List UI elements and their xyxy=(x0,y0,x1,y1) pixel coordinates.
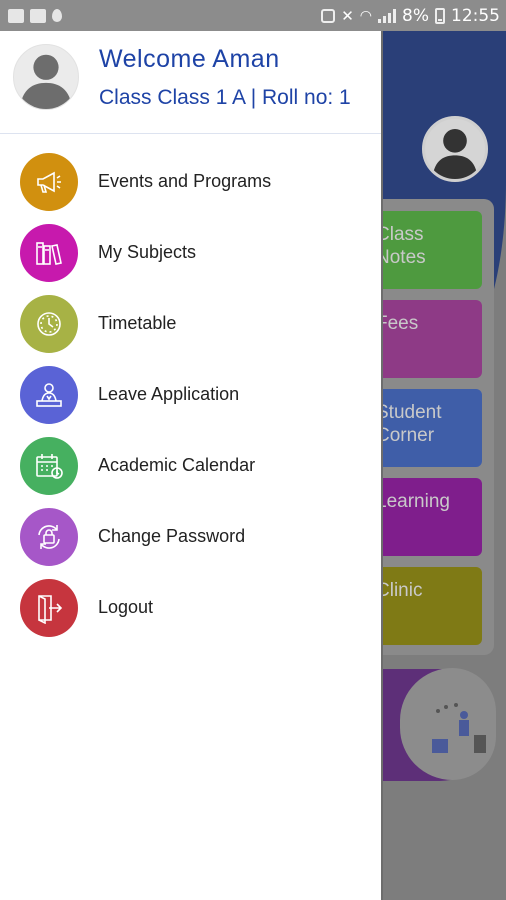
menu-icon-circle xyxy=(20,294,78,353)
welcome-text: Welcome Aman xyxy=(99,45,280,73)
menu-label: Leave Application xyxy=(98,384,240,404)
menu-label: Change Password xyxy=(98,526,246,546)
menu-item-logout[interactable]: Logout xyxy=(0,572,381,643)
lock-refresh-icon xyxy=(38,524,60,549)
menu-icon-circle xyxy=(20,152,78,211)
navigation-drawer: Welcome Aman Class Class 1 A | Roll no: … xyxy=(0,31,381,900)
signal-icon xyxy=(378,8,397,23)
dashboard-card-fees[interactable]: Fees xyxy=(368,300,482,378)
menu-item-change-password[interactable]: Change Password xyxy=(0,501,381,572)
menu-label: Academic Calendar xyxy=(98,455,256,475)
dashboard-card-clinic[interactable]: Clinic xyxy=(368,567,482,645)
battery-icon xyxy=(435,7,445,24)
menu-item-events-and-programs[interactable]: Events and Programs xyxy=(0,146,381,217)
dashboard-card-class-notes[interactable]: Class Notes xyxy=(368,211,482,289)
drawer-menu: Events and Programs My Subjects Timetabl… xyxy=(0,146,381,643)
menu-icon-circle xyxy=(20,223,78,282)
gallery-notification-icon xyxy=(8,8,24,23)
megaphone-icon xyxy=(37,171,61,193)
dashboard-avatar[interactable] xyxy=(422,116,488,182)
clock-icon xyxy=(37,311,61,336)
menu-label: My Subjects xyxy=(98,242,197,262)
menu-label: Events and Programs xyxy=(98,171,272,191)
clock-time: 12:55 xyxy=(451,5,500,26)
mute-icon: ✕ xyxy=(341,6,354,25)
battery-percent: 8% xyxy=(402,5,429,26)
drawer-edge xyxy=(381,31,383,900)
notification-icons xyxy=(8,8,62,23)
teacher-illustration-icon xyxy=(432,703,486,753)
calendar-icon xyxy=(36,453,63,479)
books-icon xyxy=(36,241,62,265)
menu-item-leave-application[interactable]: Leave Application xyxy=(0,359,381,430)
dashboard-card-student-corner[interactable]: Student Corner xyxy=(368,389,482,467)
menu-item-timetable[interactable]: Timetable xyxy=(0,288,381,359)
menu-icon-circle xyxy=(20,578,78,637)
dashboard-card-learning[interactable]: Learning xyxy=(368,478,482,556)
menu-item-my-subjects[interactable]: My Subjects xyxy=(0,217,381,288)
menu-label: Timetable xyxy=(98,313,177,333)
person-desk-icon xyxy=(36,382,62,407)
status-bar: ✕ ◠ 8% 12:55 xyxy=(0,0,506,31)
person-avatar-icon xyxy=(19,54,73,109)
drop-notification-icon xyxy=(52,9,62,22)
class-roll-text: Class Class 1 A | Roll no: 1 xyxy=(99,86,351,109)
menu-item-academic-calendar[interactable]: Academic Calendar xyxy=(0,430,381,501)
system-status: ✕ ◠ 8% 12:55 xyxy=(321,6,500,26)
menu-icon-circle xyxy=(20,507,78,566)
nfc-icon xyxy=(321,8,336,23)
message-notification-icon xyxy=(30,8,46,23)
logout-door-icon xyxy=(38,594,63,624)
menu-icon-circle xyxy=(20,365,78,424)
drawer-header: Welcome Aman Class Class 1 A | Roll no: … xyxy=(0,31,381,134)
wifi-icon: ◠ xyxy=(359,7,373,24)
menu-icon-circle xyxy=(20,436,78,495)
menu-label: Logout xyxy=(98,597,154,617)
person-avatar-icon xyxy=(432,129,478,179)
profile-avatar[interactable] xyxy=(13,44,79,110)
